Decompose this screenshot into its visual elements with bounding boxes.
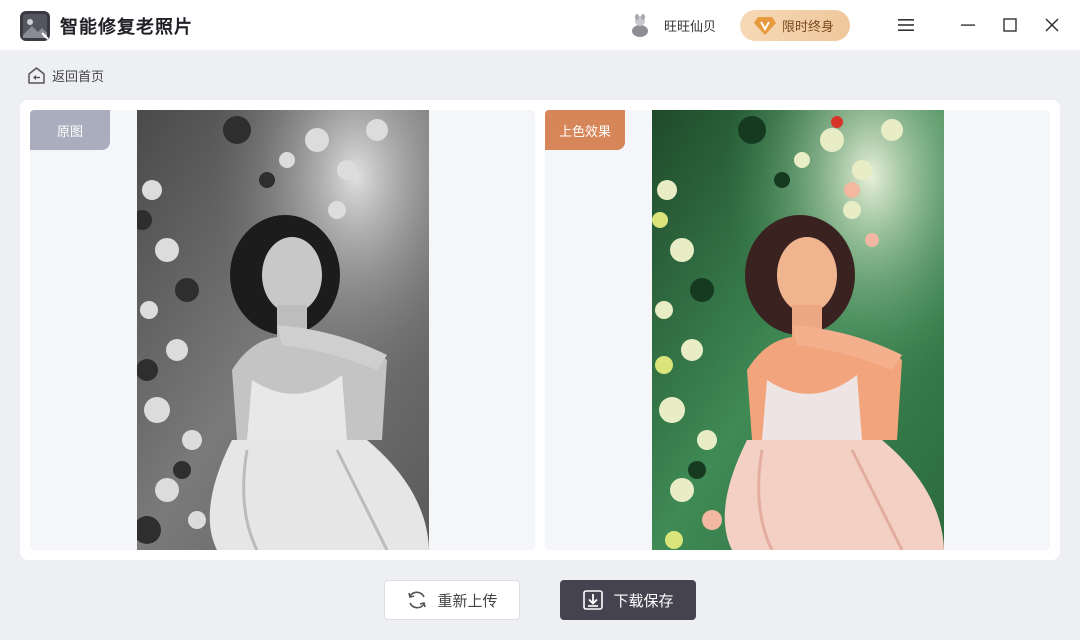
diamond-v-icon [754,16,776,35]
download-icon [583,590,604,610]
home-icon [28,66,45,84]
title-bar: 智能修复老照片 旺旺仙贝 限时终身 [0,0,1080,50]
reupload-button[interactable]: 重新上传 [384,580,520,620]
menu-button[interactable] [894,13,918,37]
maximize-button[interactable] [998,13,1022,37]
minimize-icon [961,24,975,26]
hamburger-icon [898,19,914,31]
result-tag: 上色效果 [545,110,625,150]
user-avatar[interactable] [627,12,653,38]
comparison-panel: 原图 上色效果 [20,100,1060,560]
minimize-button[interactable] [956,13,980,37]
refresh-icon [408,591,427,609]
back-home-label: 返回首页 [52,69,105,85]
original-tag: 原图 [30,110,110,150]
vip-label: 限时终身 [782,20,835,35]
original-image-card: 原图 [30,110,535,550]
reupload-label: 重新上传 [437,591,498,610]
download-label: 下载保存 [613,591,674,610]
vip-button[interactable]: 限时终身 [740,10,850,41]
result-image-card: 上色效果 [545,110,1050,550]
app-title: 智能修复老照片 [60,17,193,38]
close-button[interactable] [1040,13,1064,37]
original-photo [137,110,429,550]
close-icon [1045,18,1059,32]
colorized-photo [652,110,944,550]
app-logo-icon [20,11,50,41]
user-name[interactable]: 旺旺仙贝 [664,16,716,35]
maximize-icon [1003,18,1017,32]
back-home-link[interactable]: 返回首页 [27,65,104,85]
download-button[interactable]: 下载保存 [560,580,696,620]
